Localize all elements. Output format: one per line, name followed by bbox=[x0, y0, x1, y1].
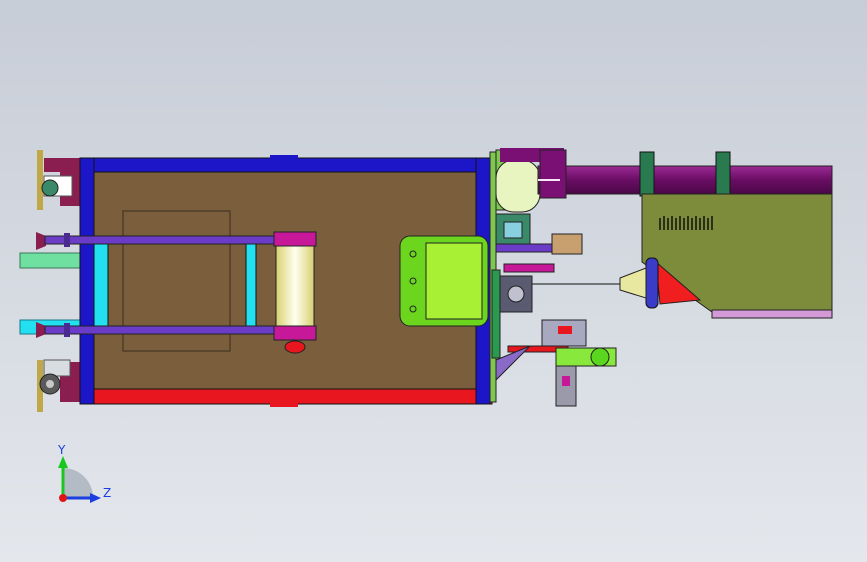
pipe-clamp-left bbox=[639, 151, 655, 197]
mount-light-bottom bbox=[43, 359, 71, 377]
purple-pipe bbox=[537, 165, 833, 195]
mech-vertical bbox=[491, 269, 501, 359]
rod-end-top bbox=[64, 233, 70, 247]
pale-cylinder bbox=[495, 159, 541, 213]
z-axis-label: Z bbox=[103, 486, 112, 500]
frame-top-rail bbox=[79, 157, 493, 173]
mech-rail-2 bbox=[503, 263, 555, 273]
cyan-block-left bbox=[93, 243, 109, 327]
cad-viewport[interactable]: Y Z bbox=[0, 0, 867, 562]
control-plate[interactable] bbox=[399, 235, 489, 327]
frame-bottom-tab bbox=[270, 403, 298, 407]
mech-bracket-1-face bbox=[503, 221, 523, 239]
mech-rail-1 bbox=[495, 243, 553, 253]
roller-assembly[interactable] bbox=[273, 231, 317, 354]
cad-model-view[interactable] bbox=[0, 0, 867, 562]
roller-gear bbox=[284, 340, 306, 354]
pipe-clamp-right bbox=[715, 151, 731, 197]
roller-body bbox=[275, 245, 315, 327]
mech-slider-tag bbox=[558, 326, 572, 334]
rod-bottom bbox=[44, 325, 278, 335]
cyan-block-right bbox=[245, 243, 257, 327]
mint-bar-top bbox=[19, 252, 83, 269]
triad-origin bbox=[59, 494, 67, 502]
housing-base bbox=[711, 309, 833, 319]
lime-panel bbox=[425, 242, 483, 320]
y-axis-label: Y bbox=[58, 443, 66, 457]
frame-left-rail bbox=[79, 157, 95, 405]
mount-wheel-bottom-hub bbox=[46, 380, 54, 388]
purple-pipe-stub bbox=[539, 149, 567, 199]
roller-cap-bottom bbox=[273, 325, 317, 341]
lime-gear bbox=[590, 347, 610, 367]
tan-block bbox=[551, 233, 583, 255]
mount-wheel-top bbox=[41, 179, 59, 197]
roller-cap-top bbox=[273, 231, 317, 247]
housing-disc bbox=[645, 257, 659, 309]
frame-top-tab bbox=[270, 155, 298, 159]
mech-bearing bbox=[507, 285, 525, 303]
grey-tower-tag bbox=[562, 376, 570, 386]
frame-bottom-rail bbox=[79, 388, 493, 405]
mount-plate-top bbox=[37, 150, 43, 210]
rod-end-bottom bbox=[64, 323, 70, 337]
rod-top bbox=[44, 235, 278, 245]
